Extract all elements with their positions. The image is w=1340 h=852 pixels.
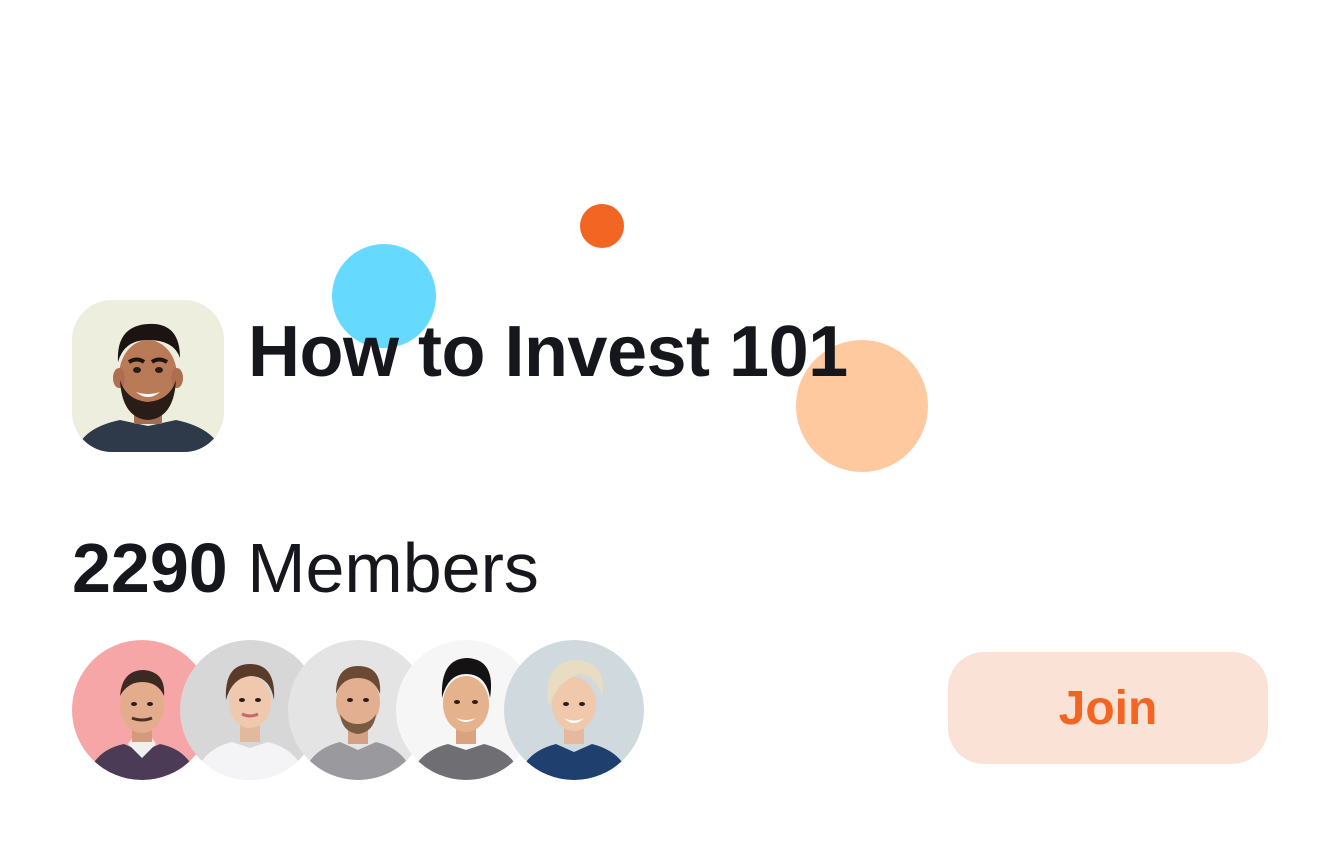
member-avatar-list bbox=[72, 640, 644, 780]
member-photo-5-icon bbox=[504, 640, 644, 780]
profile-photo-icon bbox=[72, 300, 224, 452]
group-title: How to Invest 101 bbox=[248, 312, 848, 392]
members-summary: 2290 Members bbox=[72, 528, 539, 608]
member-avatar[interactable] bbox=[504, 640, 644, 780]
join-button[interactable]: Join bbox=[948, 652, 1268, 764]
members-label: Members bbox=[247, 529, 539, 607]
members-count: 2290 bbox=[72, 529, 228, 607]
decor-bubble-orange bbox=[580, 204, 624, 248]
group-avatar bbox=[72, 300, 224, 452]
